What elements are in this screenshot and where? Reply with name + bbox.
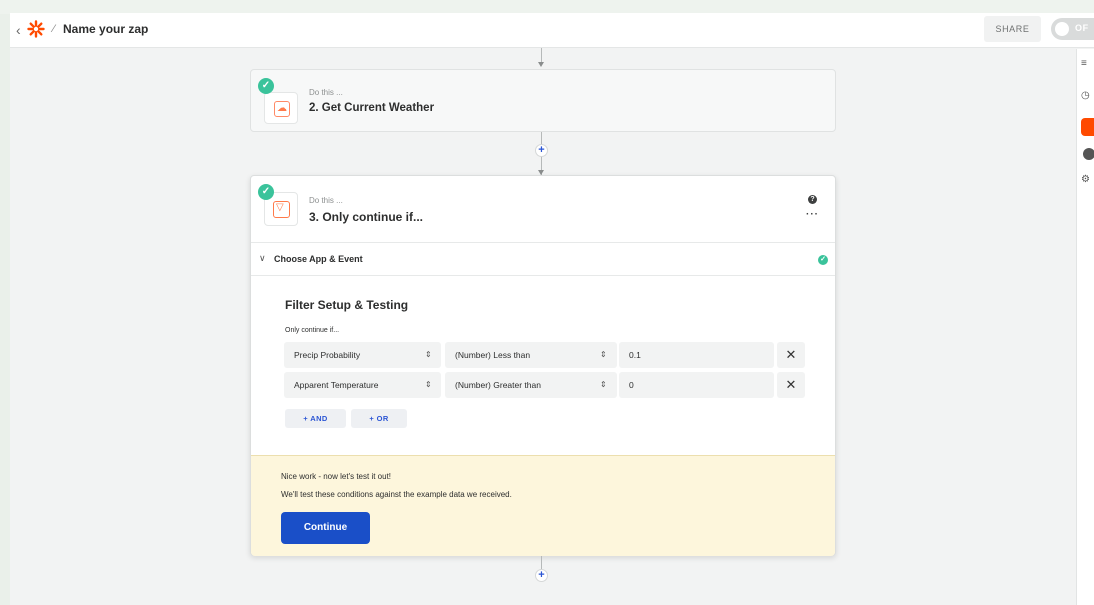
- section-complete-check-icon: ✓: [818, 255, 828, 265]
- condition-operator-select[interactable]: (Number) Greater than ⇕: [445, 372, 617, 398]
- help-question-icon[interactable]: ?: [808, 195, 817, 204]
- alert-icon[interactable]: [1081, 118, 1094, 136]
- condition-operator-select[interactable]: (Number) Less than ⇕: [445, 342, 617, 368]
- back-chevron-icon[interactable]: ‹: [16, 22, 21, 38]
- step-complete-check-icon: ✓: [258, 184, 274, 200]
- continue-button[interactable]: Continue: [281, 512, 370, 544]
- step-app-icon-box: ☁: [264, 92, 298, 124]
- filter-setup-title: Filter Setup & Testing: [285, 298, 409, 312]
- step-kicker: Do this ...: [309, 88, 343, 97]
- connector-line: [541, 48, 542, 62]
- share-button[interactable]: SHARE: [984, 16, 1041, 42]
- condition-value-input[interactable]: 0.1: [619, 342, 774, 368]
- editor-header: ‹ ⁄ Name your zap SHARE OF: [10, 13, 1094, 48]
- zapier-logo-icon[interactable]: [27, 20, 45, 38]
- notice-description: We'll test these conditions against the …: [281, 490, 512, 499]
- toggle-label: OF: [1075, 23, 1089, 33]
- only-continue-if-label: Only continue if...: [285, 327, 340, 334]
- step-title: 2. Get Current Weather: [309, 102, 435, 114]
- step-card-get-current-weather[interactable]: ☁ ✓ Do this ... 2. Get Current Weather: [250, 69, 836, 132]
- history-icon[interactable]: ◷: [1081, 89, 1094, 103]
- notice-heading: Nice work - now let's test it out!: [281, 472, 392, 481]
- step-title[interactable]: 3. Only continue if...: [309, 210, 423, 224]
- pencil-icon[interactable]: ⁄: [53, 23, 55, 35]
- condition-field-value: Apparent Temperature: [294, 380, 379, 390]
- test-notice-panel: Nice work - now let's test it out! We'll…: [251, 455, 835, 556]
- condition-field-value: Precip Probability: [294, 350, 361, 360]
- select-updown-icon: ⇕: [425, 350, 432, 359]
- connector-arrow-icon: [538, 62, 544, 67]
- chevron-down-icon[interactable]: ∨: [259, 253, 266, 264]
- select-updown-icon: ⇕: [600, 380, 607, 389]
- condition-value-input[interactable]: 0: [619, 372, 774, 398]
- condition-operator-value: (Number) Greater than: [455, 380, 541, 390]
- step-card-only-continue-if: ▽ ✓ Do this ... 3. Only continue if... ?…: [250, 175, 836, 556]
- remove-condition-close-icon[interactable]: ✕: [777, 342, 805, 368]
- zap-name-title[interactable]: Name your zap: [63, 22, 148, 36]
- more-options-icon[interactable]: ···: [806, 209, 819, 220]
- zap-editor-window: ‹ ⁄ Name your zap SHARE OF ≡ ◷ ⚙ ☁ ✓ Do …: [10, 13, 1094, 605]
- condition-field-select[interactable]: Precip Probability ⇕: [284, 342, 441, 368]
- step-kicker: Do this ...: [309, 196, 343, 205]
- choose-app-event-section[interactable]: ∨ Choose App & Event ✓: [251, 242, 835, 276]
- section-label: Choose App & Event: [274, 254, 363, 264]
- toggle-knob: [1055, 22, 1069, 36]
- condition-field-select[interactable]: Apparent Temperature ⇕: [284, 372, 441, 398]
- filter-funnel-icon: ▽: [273, 201, 290, 218]
- select-updown-icon: ⇕: [425, 380, 432, 389]
- zap-on-off-toggle[interactable]: OF: [1051, 18, 1094, 40]
- add-step-plus-button[interactable]: +: [535, 144, 548, 157]
- status-icon[interactable]: [1083, 148, 1094, 160]
- right-sidebar-rail: ≡ ◷ ⚙: [1076, 49, 1094, 605]
- condition-operator-value: (Number) Less than: [455, 350, 531, 360]
- list-icon[interactable]: ≡: [1081, 57, 1094, 71]
- select-updown-icon: ⇕: [600, 350, 607, 359]
- remove-condition-close-icon[interactable]: ✕: [777, 372, 805, 398]
- add-and-condition-button[interactable]: + AND: [285, 409, 346, 428]
- step-complete-check-icon: ✓: [258, 78, 274, 94]
- add-or-condition-button[interactable]: + OR: [351, 409, 407, 428]
- background-strip: [0, 0, 1094, 14]
- settings-gear-icon[interactable]: ⚙: [1081, 173, 1094, 187]
- add-step-plus-button[interactable]: +: [535, 569, 548, 582]
- weather-cloud-icon: ☁: [274, 101, 290, 117]
